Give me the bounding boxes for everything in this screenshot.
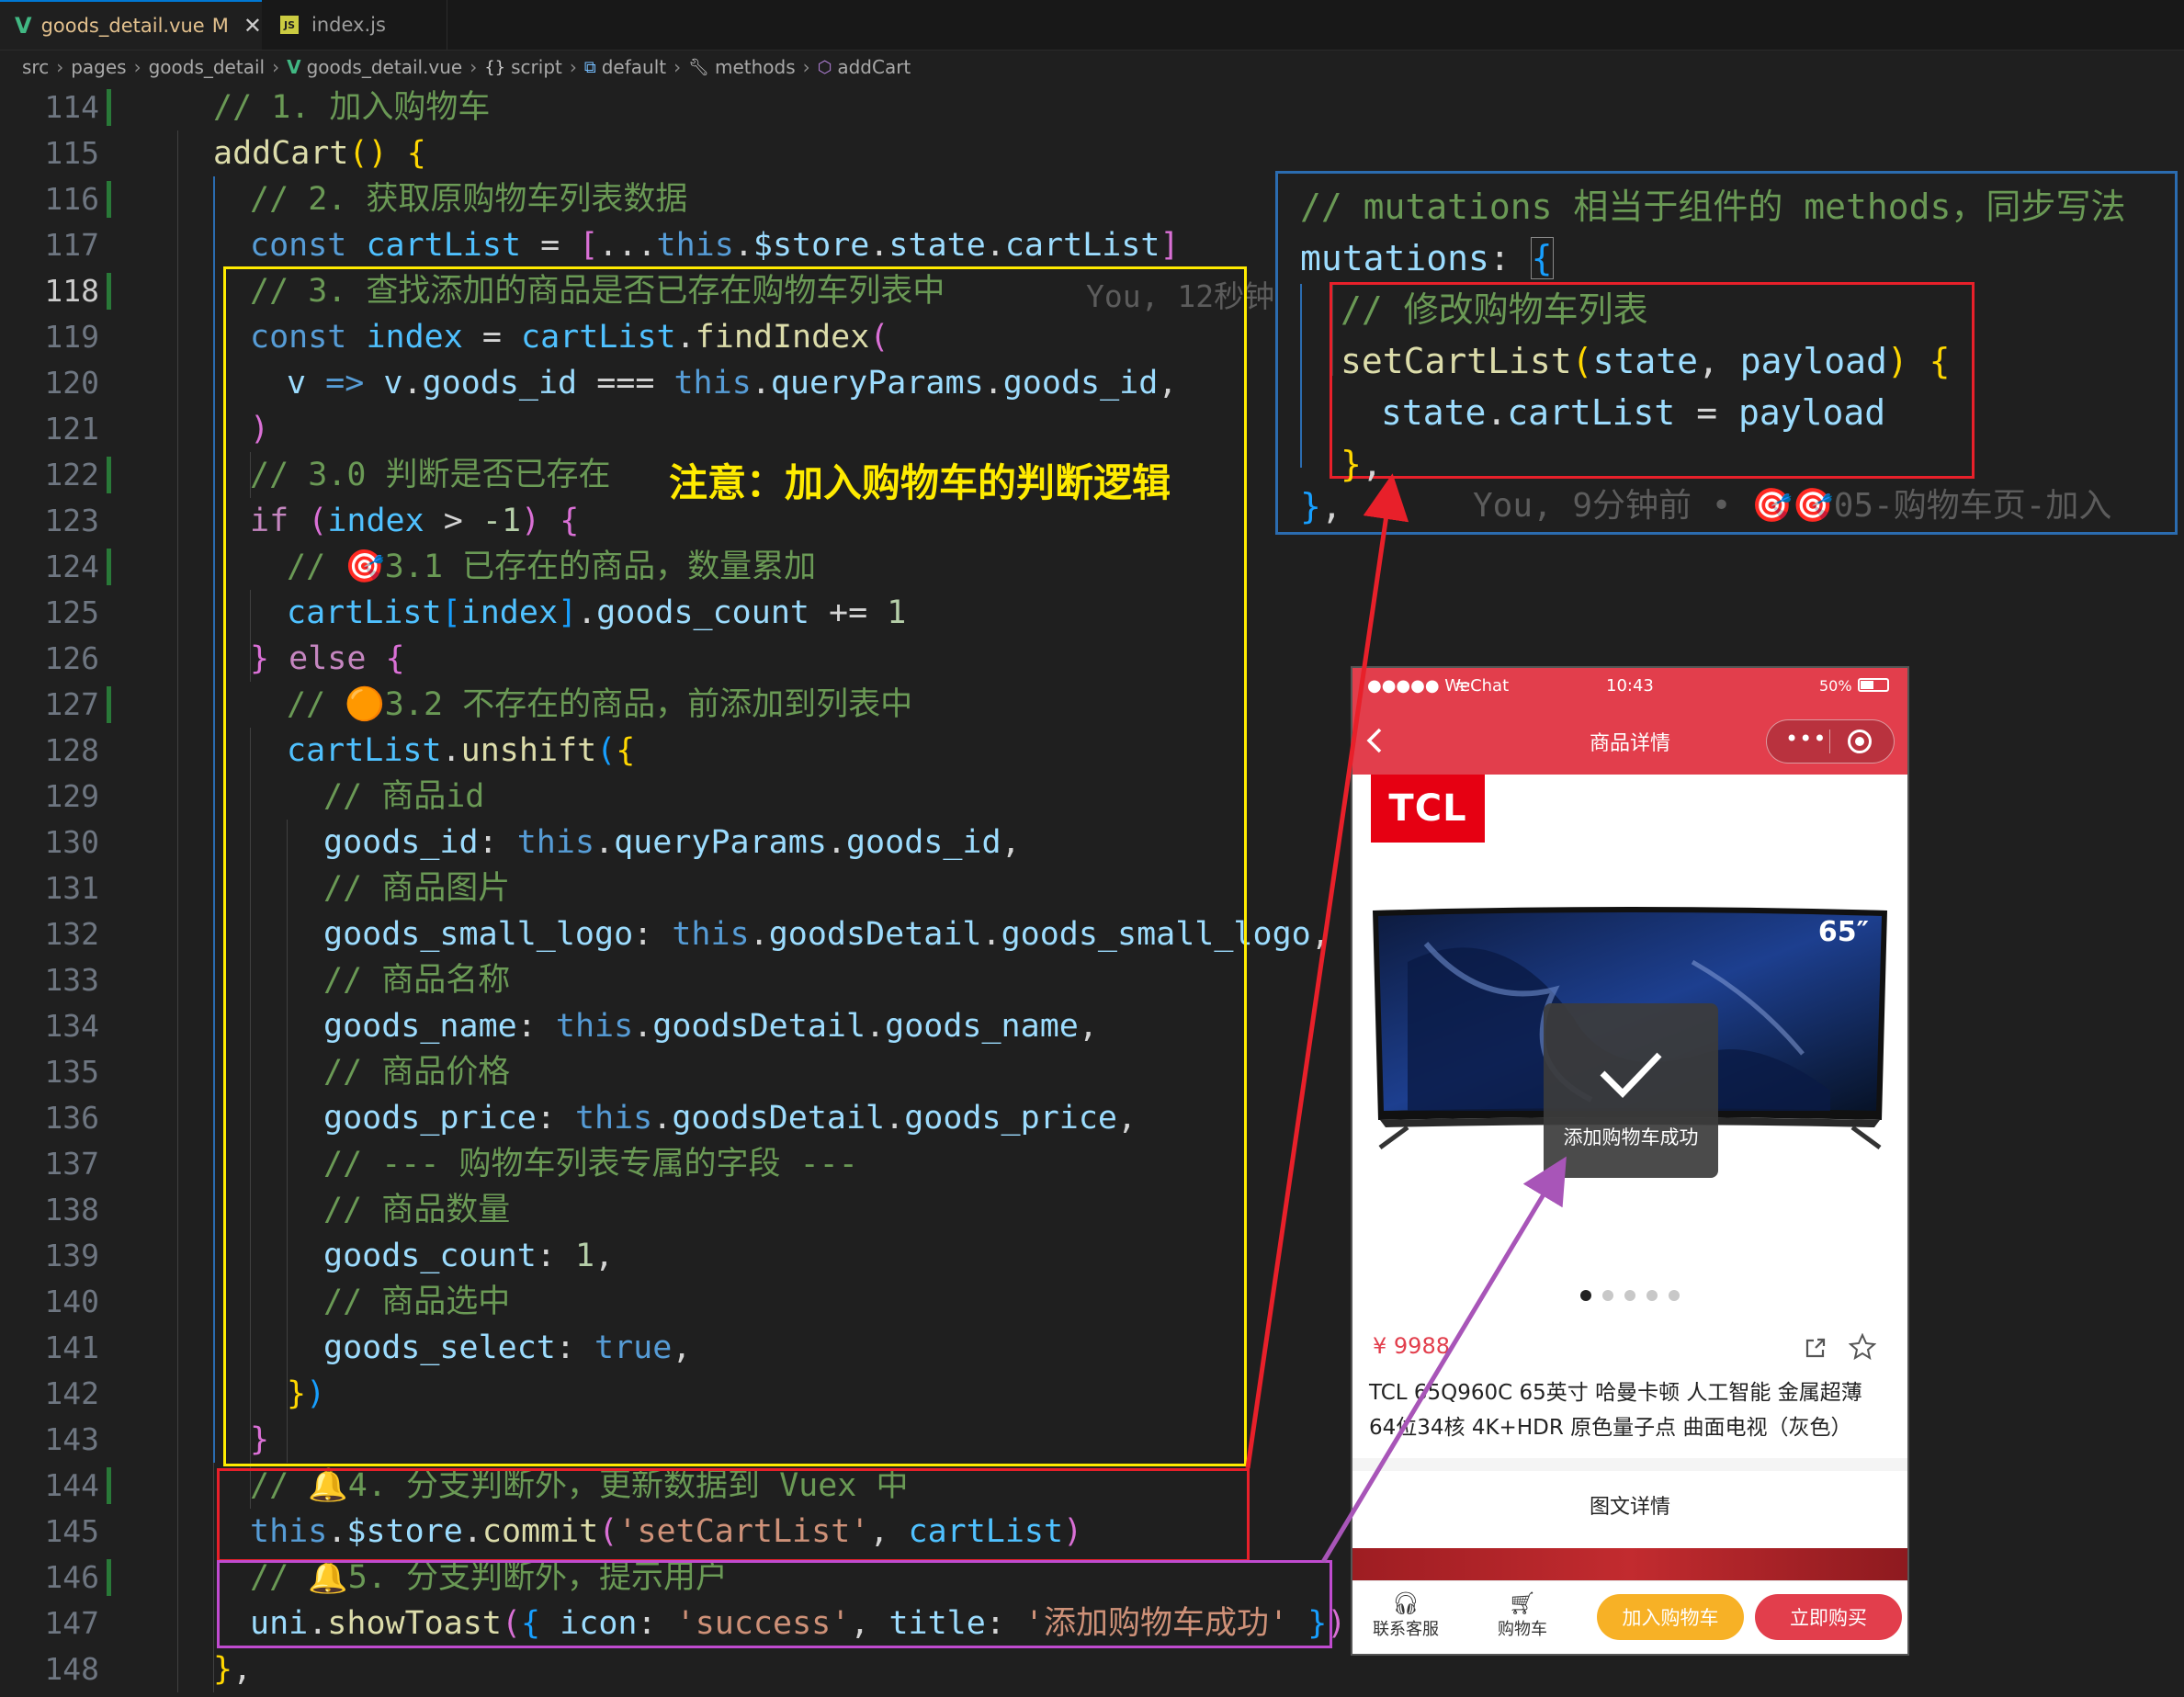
- annotation-arrows: [1245, 473, 1567, 1564]
- magenta-arrow: [1320, 1156, 1567, 1564]
- red-arrow: [1245, 473, 1409, 1469]
